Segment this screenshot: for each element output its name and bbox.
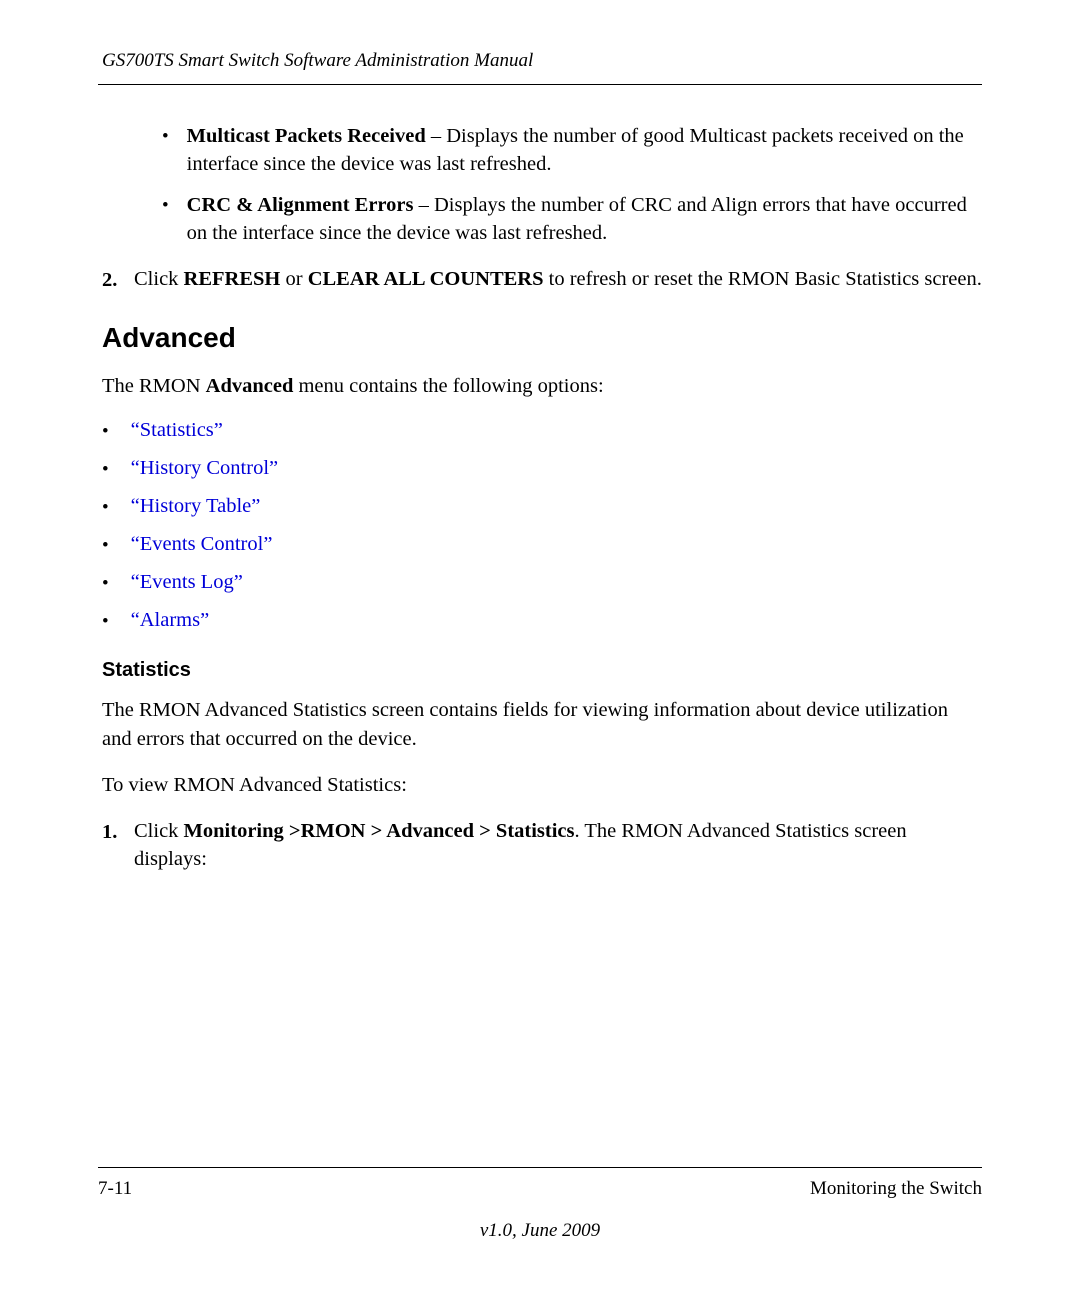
link-events-control[interactable]: “Events Control” bbox=[131, 533, 273, 557]
bullet-marker-icon: • bbox=[162, 193, 169, 247]
statistics-para-1: The RMON Advanced Statistics screen cont… bbox=[102, 696, 982, 753]
link-statistics[interactable]: “Statistics” bbox=[131, 419, 223, 443]
intro-bold: Advanced bbox=[206, 375, 294, 397]
step-text: Click Monitoring >RMON > Advanced > Stat… bbox=[134, 818, 982, 873]
advanced-intro: The RMON Advanced menu contains the foll… bbox=[102, 372, 982, 401]
link-alarms[interactable]: “Alarms” bbox=[131, 609, 210, 633]
top-bullet-list: • Multicast Packets Received – Displays … bbox=[162, 123, 982, 248]
step-post: to refresh or reset the RMON Basic Stati… bbox=[544, 268, 982, 290]
bullet-text: Multicast Packets Received – Displays th… bbox=[187, 123, 982, 178]
step-number: 2. bbox=[102, 266, 124, 295]
bullet-marker-icon: • bbox=[102, 535, 109, 557]
bullet-marker-icon: • bbox=[102, 459, 109, 481]
bullet-marker-icon: • bbox=[162, 124, 169, 178]
step-pre: Click bbox=[134, 820, 184, 842]
intro-post: menu contains the following options: bbox=[293, 375, 603, 397]
step-bold: Monitoring >RMON > Advanced > Statistics bbox=[184, 820, 575, 842]
page-header-title: GS700TS Smart Switch Software Administra… bbox=[98, 50, 982, 72]
step-number: 1. bbox=[102, 818, 124, 873]
step-pre: Click bbox=[134, 268, 184, 290]
bullet-label: CRC & Alignment Errors bbox=[187, 194, 414, 216]
intro-pre: The RMON bbox=[102, 375, 206, 397]
link-item: • “Alarms” bbox=[102, 609, 982, 633]
link-item: • “Events Log” bbox=[102, 571, 982, 595]
advanced-heading: Advanced bbox=[102, 322, 982, 354]
step-bold-2: CLEAR ALL COUNTERS bbox=[308, 268, 544, 290]
link-item: • “Events Control” bbox=[102, 533, 982, 557]
statistics-heading: Statistics bbox=[102, 659, 982, 682]
header-rule bbox=[98, 84, 982, 85]
link-events-log[interactable]: “Events Log” bbox=[131, 571, 243, 595]
version-footer: v1.0, June 2009 bbox=[0, 1220, 1080, 1242]
numbered-step-1: 1. Click Monitoring >RMON > Advanced > S… bbox=[102, 818, 982, 873]
bullet-sep: – bbox=[426, 125, 447, 147]
step-mid: or bbox=[280, 268, 307, 290]
link-item: • “Statistics” bbox=[102, 419, 982, 443]
footer-rule bbox=[98, 1167, 982, 1168]
bullet-marker-icon: • bbox=[102, 421, 109, 443]
bullet-text: CRC & Alignment Errors – Displays the nu… bbox=[187, 192, 982, 247]
page-content: • Multicast Packets Received – Displays … bbox=[98, 123, 982, 873]
link-history-table[interactable]: “History Table” bbox=[131, 495, 261, 519]
footer-section: Monitoring the Switch bbox=[810, 1178, 982, 1200]
bullet-marker-icon: • bbox=[102, 497, 109, 519]
step-text: Click REFRESH or CLEAR ALL COUNTERS to r… bbox=[134, 266, 982, 295]
advanced-link-list: • “Statistics” • “History Control” • “Hi… bbox=[102, 419, 982, 633]
bullet-marker-icon: • bbox=[102, 611, 109, 633]
bullet-label: Multicast Packets Received bbox=[187, 125, 426, 147]
page-number: 7-11 bbox=[98, 1178, 132, 1200]
link-history-control[interactable]: “History Control” bbox=[131, 457, 278, 481]
bullet-marker-icon: • bbox=[102, 573, 109, 595]
bullet-item: • Multicast Packets Received – Displays … bbox=[162, 123, 982, 178]
statistics-para-2: To view RMON Advanced Statistics: bbox=[102, 771, 982, 800]
link-item: • “History Control” bbox=[102, 457, 982, 481]
page-footer: 7-11 Monitoring the Switch bbox=[98, 1167, 982, 1200]
link-item: • “History Table” bbox=[102, 495, 982, 519]
bullet-item: • CRC & Alignment Errors – Displays the … bbox=[162, 192, 982, 247]
step-bold-1: REFRESH bbox=[184, 268, 281, 290]
bullet-sep: – bbox=[413, 194, 434, 216]
numbered-step-2: 2. Click REFRESH or CLEAR ALL COUNTERS t… bbox=[102, 266, 982, 295]
